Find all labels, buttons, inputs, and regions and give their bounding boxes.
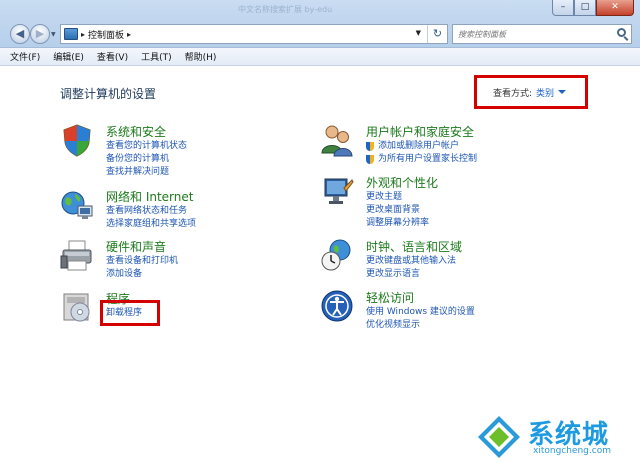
window-title: 中文名称搜索扩展 by-edu [238, 5, 333, 14]
display-icon[interactable] [320, 174, 354, 208]
category-links: 使用 Windows 建议的设置 优化视频显示 [366, 306, 475, 332]
category-title[interactable]: 时钟、语言和区域 [366, 238, 462, 255]
link-screen-resolution[interactable]: 调整屏幕分辨率 [366, 217, 429, 230]
address-bar[interactable]: ▸ 控制面板 ▸ ▼ ↻ [60, 24, 448, 44]
menu-bar: 文件(F) 编辑(E) 查看(V) 工具(T) 帮助(H) [0, 48, 640, 66]
link-backup-computer[interactable]: 备份您的计算机 [106, 153, 187, 166]
link-recommended-settings[interactable]: 使用 Windows 建议的设置 [366, 306, 475, 319]
link-devices-printers[interactable]: 查看设备和打印机 [106, 255, 178, 268]
link-display-language[interactable]: 更改显示语言 [366, 268, 456, 281]
back-button[interactable]: ◀ [10, 24, 30, 44]
annotation-highlight [100, 300, 160, 326]
link-troubleshoot[interactable]: 查找并解决问题 [106, 166, 187, 179]
view-by-control: 查看方式: 类别 [474, 75, 588, 109]
window-controls: – □ ✕ [552, 0, 634, 16]
link-network-status[interactable]: 查看网络状态和任务 [106, 205, 196, 218]
watermark: 系统城 xitongcheng.com [470, 404, 640, 462]
category-title[interactable]: 轻松访问 [366, 289, 414, 306]
menu-tools[interactable]: 工具(T) [141, 50, 172, 63]
content-area: 调整计算机的设置 查看方式: 类别 系统和安全 查看您的计算机状态 备份您的计算… [0, 67, 640, 462]
menu-edit[interactable]: 编辑(E) [53, 50, 84, 63]
address-separator[interactable]: ▸ [81, 30, 85, 39]
category-title[interactable]: 网络和 Internet [106, 188, 193, 205]
ease-of-access-icon[interactable] [320, 289, 354, 323]
view-by-dropdown[interactable]: 类别 [536, 86, 554, 99]
link-add-remove-accounts[interactable]: 添加或删除用户帐户 [366, 140, 477, 153]
category-title[interactable]: 硬件和声音 [106, 238, 166, 255]
clock-globe-icon[interactable] [320, 238, 354, 272]
view-by-label: 查看方式: [493, 88, 533, 99]
address-separator-end[interactable]: ▸ [127, 30, 131, 39]
search-input[interactable] [458, 29, 608, 39]
menu-help[interactable]: 帮助(H) [185, 50, 217, 63]
forward-button[interactable]: ▶ [30, 24, 50, 44]
window-frame: 中文名称搜索扩展 by-edu – □ ✕ ◀ ▶ ▼ ▸ 控制面板 ▸ ▼ ↻ [0, 0, 640, 48]
link-add-device[interactable]: 添加设备 [106, 268, 178, 281]
search-icon[interactable] [617, 28, 626, 37]
chevron-down-icon[interactable] [558, 90, 567, 94]
maximize-button[interactable]: □ [574, 0, 596, 16]
category-title[interactable]: 外观和个性化 [366, 174, 438, 191]
close-button[interactable]: ✕ [596, 0, 634, 16]
page-title: 调整计算机的设置 [60, 87, 157, 101]
printer-icon[interactable] [60, 238, 94, 272]
search-box[interactable] [452, 24, 632, 44]
address-dropdown[interactable]: ▼ [416, 29, 421, 37]
watermark-domain: xitongcheng.com [533, 446, 611, 456]
category-links: 更改键盘或其他输入法 更改显示语言 [366, 255, 456, 281]
menu-view[interactable]: 查看(V) [97, 50, 128, 63]
link-view-computer-status[interactable]: 查看您的计算机状态 [106, 140, 187, 153]
link-optimize-display[interactable]: 优化视频显示 [366, 319, 475, 332]
menu-file[interactable]: 文件(F) [10, 50, 40, 63]
category-title[interactable]: 用户帐户和家庭安全 [366, 123, 474, 140]
link-change-input-method[interactable]: 更改键盘或其他输入法 [366, 255, 456, 268]
link-homegroup-sharing[interactable]: 选择家庭组和共享选项 [106, 218, 196, 231]
category-links: 更改主题 更改桌面背景 调整屏幕分辨率 [366, 191, 429, 230]
category-title[interactable]: 系统和安全 [106, 123, 166, 140]
watermark-logo-icon [478, 416, 520, 458]
recent-pages-dropdown[interactable]: ▼ [51, 31, 56, 38]
category-links: 查看设备和打印机 添加设备 [106, 255, 178, 281]
link-parental-controls[interactable]: 为所有用户设置家长控制 [366, 153, 477, 166]
shield-icon[interactable] [60, 123, 94, 157]
category-links: 查看网络状态和任务 选择家庭组和共享选项 [106, 205, 196, 231]
users-icon[interactable] [320, 123, 354, 157]
network-globe-icon[interactable] [60, 188, 94, 222]
link-desktop-background[interactable]: 更改桌面背景 [366, 204, 429, 217]
control-panel-icon [64, 28, 78, 40]
category-links: 添加或删除用户帐户 为所有用户设置家长控制 [366, 140, 477, 166]
address-text[interactable]: 控制面板 [88, 28, 124, 41]
category-links: 查看您的计算机状态 备份您的计算机 查找并解决问题 [106, 140, 187, 179]
programs-icon[interactable] [60, 290, 94, 324]
refresh-icon[interactable]: ↻ [427, 25, 447, 43]
minimize-button[interactable]: – [552, 0, 574, 16]
link-change-theme[interactable]: 更改主题 [366, 191, 429, 204]
